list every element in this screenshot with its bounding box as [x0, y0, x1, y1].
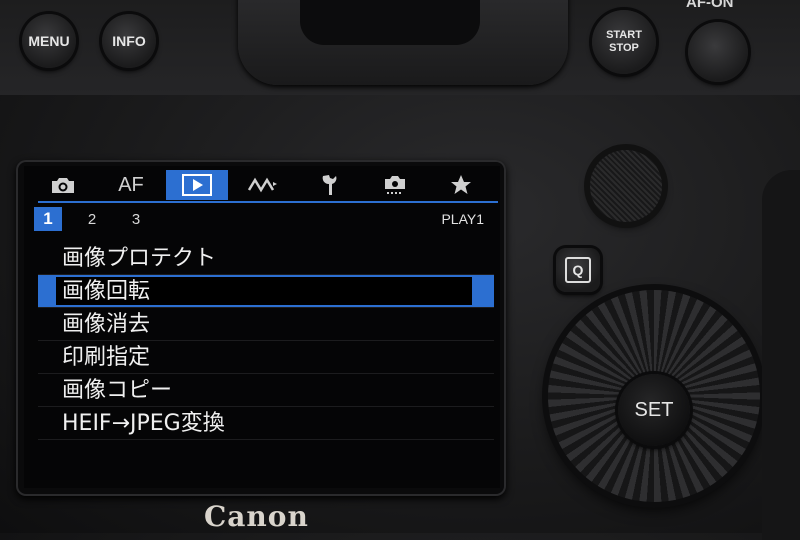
- viewfinder-window: [300, 0, 480, 45]
- subtab-3[interactable]: 3: [122, 207, 150, 231]
- tab-af-label: AF: [118, 173, 144, 196]
- menu-item-label: HEIF→JPEG変換: [62, 411, 225, 436]
- star-icon: [451, 175, 471, 194]
- af-on-label: AF-ON: [686, 0, 734, 11]
- menu-item-protect[interactable]: 画像プロテクト: [38, 242, 494, 275]
- canon-logo: Canon: [204, 500, 309, 533]
- multi-controller-joystick[interactable]: [590, 150, 662, 222]
- q-label: Q: [565, 257, 591, 283]
- tab-network[interactable]: [232, 170, 294, 200]
- camera-grip: [762, 170, 800, 540]
- menu-item-erase[interactable]: 画像消去: [38, 308, 494, 341]
- menu-item-heif-jpeg[interactable]: HEIF→JPEG変換: [38, 407, 494, 440]
- camera-icon: [52, 178, 74, 193]
- lcd-screen: AF 1 2 3 PLAY1 画像プロテクト 画像回転 画像消去 印刷指定 画像…: [24, 166, 500, 488]
- menu-item-label: 画像回転: [62, 279, 151, 304]
- menu-tab-bar: AF: [24, 166, 500, 202]
- stop-label: STOP: [609, 42, 639, 54]
- play-icon: [182, 174, 212, 196]
- menu-button[interactable]: MENU: [22, 14, 76, 68]
- set-button[interactable]: SET: [618, 374, 690, 446]
- wrench-icon: [322, 175, 337, 195]
- tab-divider: [38, 201, 498, 203]
- tab-setup[interactable]: [298, 170, 360, 200]
- custom-camera-icon: [385, 176, 405, 194]
- menu-item-label: 画像プロテクト: [62, 246, 217, 271]
- menu-item-rotate[interactable]: 画像回転: [38, 275, 494, 308]
- menu-item-label: 画像消去: [62, 312, 151, 337]
- info-button[interactable]: INFO: [102, 14, 156, 68]
- page-label: PLAY1: [441, 211, 484, 227]
- tab-playback[interactable]: [166, 170, 228, 200]
- menu-item-label: 印刷指定: [62, 345, 151, 370]
- tab-af[interactable]: AF: [100, 170, 162, 200]
- wireless-icon: [247, 177, 277, 193]
- menu-item-label: 画像コピー: [62, 378, 173, 403]
- menu-item-print-order[interactable]: 印刷指定: [38, 341, 494, 374]
- subtab-bar: 1 2 3 PLAY1: [24, 204, 500, 232]
- quick-control-button[interactable]: Q: [556, 248, 600, 292]
- tab-custom[interactable]: [364, 170, 426, 200]
- tab-shooting[interactable]: [32, 170, 94, 200]
- start-label: START: [606, 29, 642, 41]
- menu-item-image-copy[interactable]: 画像コピー: [38, 374, 494, 407]
- tab-my-menu[interactable]: [430, 170, 492, 200]
- start-stop-button[interactable]: START STOP: [592, 10, 656, 74]
- playback-menu-list: 画像プロテクト 画像回転 画像消去 印刷指定 画像コピー HEIF→JPEG変換: [24, 242, 500, 440]
- af-on-button[interactable]: [688, 22, 748, 82]
- subtab-1[interactable]: 1: [34, 207, 62, 231]
- subtab-2[interactable]: 2: [78, 207, 106, 231]
